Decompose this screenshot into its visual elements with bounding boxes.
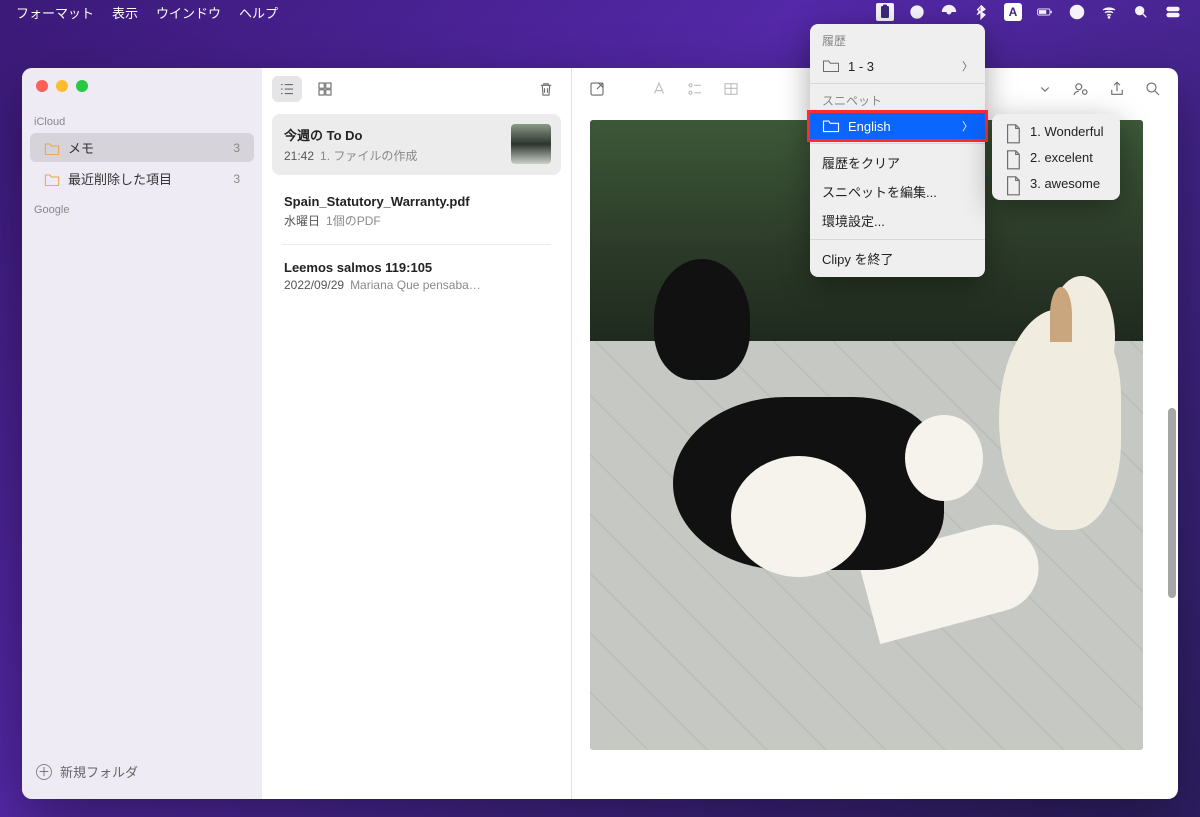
- note-time: 2022/09/29: [284, 278, 344, 292]
- menu-section-history: 履歴: [810, 28, 985, 53]
- submenu-item[interactable]: 2. excelent: [992, 144, 1120, 170]
- note-time: 21:42: [284, 149, 314, 163]
- note-item[interactable]: Leemos salmos 119:105 2022/09/29 Mariana …: [272, 249, 561, 303]
- window-controls: [22, 80, 262, 106]
- user-icon[interactable]: [1068, 3, 1086, 21]
- note-preview: Mariana Que pensaba…: [350, 278, 481, 292]
- bluetooth-icon[interactable]: [972, 3, 990, 21]
- airdrop-icon[interactable]: [940, 3, 958, 21]
- scrollbar-thumb[interactable]: [1168, 408, 1176, 598]
- document-icon: [1004, 149, 1022, 165]
- note-title: Leemos salmos 119:105: [284, 260, 549, 275]
- menu-format[interactable]: フォーマット: [16, 3, 94, 22]
- spotlight-icon[interactable]: [1132, 3, 1150, 21]
- format-button[interactable]: [644, 76, 674, 102]
- note-item[interactable]: 今週の To Do 21:42 1. ファイルの作成: [272, 114, 561, 175]
- collaborate-button[interactable]: [1066, 76, 1096, 102]
- chevron-right-icon: 〉: [962, 58, 973, 74]
- clipy-submenu-english: 1. Wonderful 2. excelent 3. awesome: [992, 114, 1120, 200]
- note-time: 水曜日: [284, 214, 320, 228]
- menu-item-quit[interactable]: Clipy を終了: [810, 244, 985, 273]
- todo-menubar-icon[interactable]: [908, 3, 926, 21]
- share-button[interactable]: [1102, 76, 1132, 102]
- control-center-icon[interactable]: [1164, 3, 1182, 21]
- note-title: 今週の To Do: [284, 125, 549, 144]
- search-button[interactable]: [1138, 76, 1168, 102]
- sidebar-item-label: 最近削除した項目: [68, 169, 172, 188]
- menubar: フォーマット 表示 ウインドウ ヘルプ A: [0, 0, 1200, 24]
- delete-button[interactable]: [531, 76, 561, 102]
- sidebar-item-count: 3: [233, 141, 240, 155]
- note-title: Spain_Statutory_Warranty.pdf: [284, 194, 549, 209]
- sidebar-item-label: メモ: [68, 138, 94, 157]
- list-toolbar: [262, 68, 571, 110]
- menu-window[interactable]: ウインドウ: [156, 3, 221, 22]
- note-preview: 1. ファイルの作成: [320, 149, 417, 163]
- grid-view-button[interactable]: [310, 76, 340, 102]
- note-item[interactable]: Spain_Statutory_Warranty.pdf 水曜日 1個のPDF: [272, 183, 561, 240]
- menu-item-history-group[interactable]: 1 - 3 〉: [810, 53, 985, 79]
- input-source-icon[interactable]: A: [1004, 3, 1022, 21]
- folder-icon: [822, 58, 840, 74]
- menu-help[interactable]: ヘルプ: [239, 3, 278, 22]
- menu-item-edit-snippets[interactable]: スニペットを編集...: [810, 177, 985, 206]
- note-preview: 1個のPDF: [326, 214, 381, 228]
- sidebar-section-icloud: iCloud: [22, 112, 262, 132]
- table-button[interactable]: [716, 76, 746, 102]
- more-button[interactable]: [1030, 76, 1060, 102]
- document-icon: [1004, 123, 1022, 139]
- sidebar: iCloud メモ 3 最近削除した項目 3 Google ＋ 新規フォルダ: [22, 68, 262, 799]
- sidebar-item-recently-deleted[interactable]: 最近削除した項目 3: [30, 164, 254, 193]
- menu-view[interactable]: 表示: [112, 3, 138, 22]
- sidebar-item-memo[interactable]: メモ 3: [30, 133, 254, 162]
- wifi-icon[interactable]: [1100, 3, 1118, 21]
- menu-section-snippet: スニペット: [810, 88, 985, 113]
- menu-item-preferences[interactable]: 環境設定...: [810, 206, 985, 235]
- clipy-menu: 履歴 1 - 3 〉 スニペット English 〉 履歴をクリア スニペットを…: [810, 24, 985, 277]
- list-view-button[interactable]: [272, 76, 302, 102]
- note-list: 今週の To Do 21:42 1. ファイルの作成 Spain_Statutor…: [262, 68, 572, 799]
- checklist-button[interactable]: [680, 76, 710, 102]
- chevron-right-icon: 〉: [962, 118, 973, 134]
- sidebar-item-count: 3: [233, 172, 240, 186]
- submenu-item[interactable]: 3. awesome: [992, 170, 1120, 196]
- menu-item-english[interactable]: English 〉: [810, 113, 985, 139]
- plus-circle-icon: ＋: [36, 764, 52, 780]
- document-icon: [1004, 175, 1022, 191]
- folder-icon: [822, 118, 840, 134]
- minimize-button[interactable]: [56, 80, 68, 92]
- clipy-menubar-icon[interactable]: [876, 3, 894, 21]
- compose-button[interactable]: [582, 76, 612, 102]
- zoom-button[interactable]: [76, 80, 88, 92]
- new-folder-button[interactable]: ＋ 新規フォルダ: [22, 762, 262, 787]
- battery-icon[interactable]: [1036, 3, 1054, 21]
- close-button[interactable]: [36, 80, 48, 92]
- submenu-item[interactable]: 1. Wonderful: [992, 118, 1120, 144]
- sidebar-section-google: Google: [22, 200, 262, 220]
- menu-item-clear-history[interactable]: 履歴をクリア: [810, 148, 985, 177]
- note-thumbnail: [511, 124, 551, 164]
